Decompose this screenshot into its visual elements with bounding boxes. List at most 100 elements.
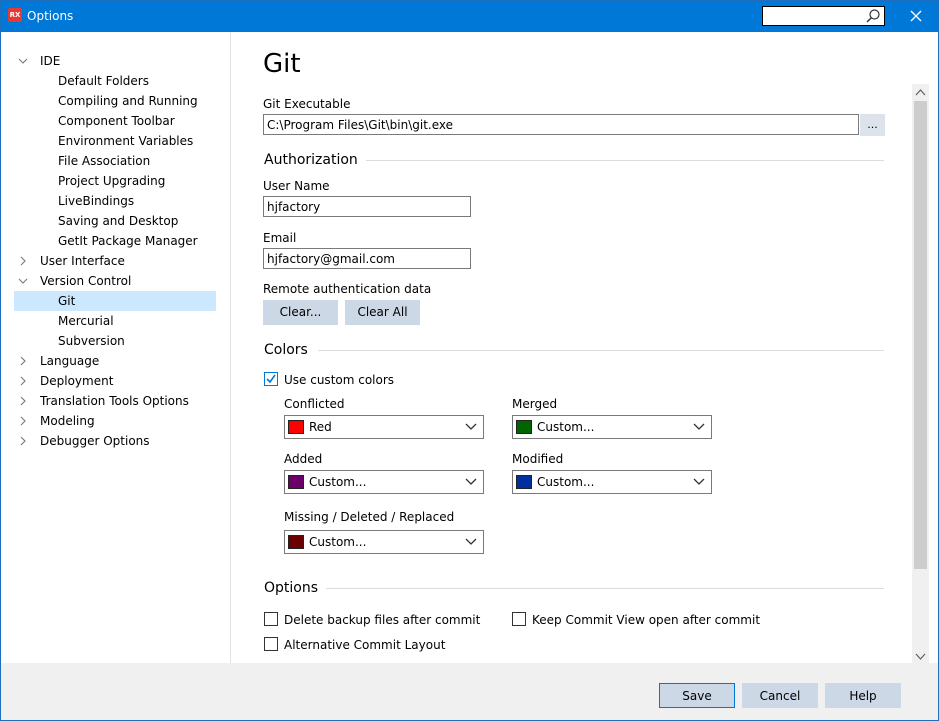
delete-backup-checkbox[interactable] <box>264 612 278 626</box>
added-color-select[interactable]: Custom... <box>284 470 484 494</box>
title-bar: RX Options <box>0 0 939 32</box>
tree-item-label: Deployment <box>40 374 114 388</box>
remote-auth-label: Remote authentication data <box>263 282 432 296</box>
keep-commit-view-checkbox[interactable] <box>512 612 526 626</box>
chevron-right-icon[interactable] <box>18 416 28 426</box>
tree-item-label: Component Toolbar <box>58 114 175 128</box>
chevron-down-icon <box>465 478 477 485</box>
chevron-right-icon[interactable] <box>18 256 28 266</box>
added-swatch <box>288 475 304 489</box>
search-icon[interactable] <box>865 8 881 24</box>
tree-item[interactable]: GetIt Package Manager <box>1 231 230 251</box>
close-button[interactable] <box>893 0 939 32</box>
git-options-panel: Git Git Executable ... Authorization Use… <box>232 32 938 665</box>
authorization-heading: Authorization <box>264 152 358 168</box>
chevron-up-icon <box>915 89 926 96</box>
user-name-label: User Name <box>263 179 330 193</box>
tree-item[interactable]: User Interface <box>1 251 230 271</box>
tree-item[interactable]: Deployment <box>1 371 230 391</box>
clear-all-button[interactable]: Clear All <box>345 300 420 325</box>
colors-heading: Colors <box>264 342 308 358</box>
tree-item-label: Default Folders <box>58 74 149 88</box>
use-custom-colors-label: Use custom colors <box>284 373 395 387</box>
tree-item-label: Translation Tools Options <box>40 394 189 408</box>
chevron-right-icon[interactable] <box>18 436 28 446</box>
conflicted-color-select[interactable]: Red <box>284 415 484 439</box>
tree-item-label: Saving and Desktop <box>58 214 179 228</box>
merged-value: Custom... <box>537 420 595 434</box>
user-name-field[interactable] <box>263 196 471 217</box>
alt-commit-layout-checkbox[interactable] <box>264 637 278 651</box>
tree-item-label: Version Control <box>40 274 132 288</box>
tree-item[interactable]: File Association <box>1 151 230 171</box>
tree-item[interactable]: Compiling and Running <box>1 91 230 111</box>
tree-item[interactable]: Git <box>14 291 216 311</box>
app-icon: RX <box>8 8 22 22</box>
email-label: Email <box>263 231 297 245</box>
tree-item[interactable]: Subversion <box>1 331 230 351</box>
vertical-scrollbar[interactable] <box>912 84 929 665</box>
colors-divider <box>318 350 884 351</box>
added-label: Added <box>284 452 323 466</box>
title-search-input[interactable] <box>765 8 865 24</box>
tree-item[interactable]: Environment Variables <box>1 131 230 151</box>
title-search-box[interactable] <box>762 6 885 26</box>
conflicted-swatch <box>288 420 304 434</box>
modified-color-select[interactable]: Custom... <box>512 470 712 494</box>
chevron-down-icon[interactable] <box>18 56 28 66</box>
missing-swatch <box>288 535 304 549</box>
added-value: Custom... <box>309 475 367 489</box>
tree-item-label: GetIt Package Manager <box>58 234 198 248</box>
save-button[interactable]: Save <box>659 683 735 708</box>
window-body: IDE Default Folders Compiling and Running C… <box>1 32 938 665</box>
help-button[interactable]: Help <box>825 683 901 708</box>
authorization-divider <box>366 160 884 161</box>
tree-item-label: LiveBindings <box>58 194 135 208</box>
tree-item-label: Project Upgrading <box>58 174 166 188</box>
tree-item[interactable]: LiveBindings <box>1 191 230 211</box>
modified-value: Custom... <box>537 475 595 489</box>
missing-color-select[interactable]: Custom... <box>284 530 484 554</box>
missing-label: Missing / Deleted / Replaced <box>284 510 455 524</box>
chevron-right-icon[interactable] <box>18 396 28 406</box>
tree-item[interactable]: Default Folders <box>1 71 230 91</box>
tree-item[interactable]: Project Upgrading <box>1 171 230 191</box>
chevron-right-icon[interactable] <box>18 376 28 386</box>
page-title: Git <box>263 49 301 79</box>
tree-item[interactable]: Debugger Options <box>1 431 230 451</box>
browse-executable-button[interactable]: ... <box>860 114 885 136</box>
scroll-thumb[interactable] <box>914 101 927 569</box>
tree-item-label: Mercurial <box>58 314 114 328</box>
options-tree: IDE Default Folders Compiling and Running C… <box>1 32 231 663</box>
alt-commit-layout-label: Alternative Commit Layout <box>284 638 446 652</box>
tree-item-label: IDE <box>40 54 61 68</box>
git-executable-field[interactable] <box>263 114 859 135</box>
tree-item[interactable]: Modeling <box>1 411 230 431</box>
chevron-down-icon[interactable] <box>18 276 28 286</box>
use-custom-colors-checkbox[interactable] <box>264 372 278 386</box>
tree-item[interactable]: Translation Tools Options <box>1 391 230 411</box>
tree-item[interactable]: Saving and Desktop <box>1 211 230 231</box>
tree-item-label: Language <box>40 354 100 368</box>
chevron-down-icon <box>693 478 705 485</box>
tree-item-label: File Association <box>58 154 151 168</box>
tree-item-label: Modeling <box>40 414 95 428</box>
tree-item-label: Debugger Options <box>40 434 150 448</box>
clear-button[interactable]: Clear... <box>263 300 338 325</box>
checkmark-icon <box>266 374 276 384</box>
keep-commit-view-label: Keep Commit View open after commit <box>532 613 761 627</box>
merged-color-select[interactable]: Custom... <box>512 415 712 439</box>
tree-item[interactable]: IDE <box>1 51 230 71</box>
tree-item[interactable]: Component Toolbar <box>1 111 230 131</box>
chevron-down-icon <box>465 538 477 545</box>
email-field[interactable] <box>263 248 471 269</box>
cancel-button[interactable]: Cancel <box>742 683 818 708</box>
tree-item[interactable]: Version Control <box>1 271 230 291</box>
tree-item-label: Git <box>58 294 76 308</box>
chevron-right-icon[interactable] <box>18 356 28 366</box>
tree-item[interactable]: Mercurial <box>1 311 230 331</box>
scroll-up-button[interactable] <box>912 84 929 101</box>
chevron-down-icon <box>465 423 477 430</box>
tree-item-label: Subversion <box>58 334 125 348</box>
tree-item[interactable]: Language <box>1 351 230 371</box>
